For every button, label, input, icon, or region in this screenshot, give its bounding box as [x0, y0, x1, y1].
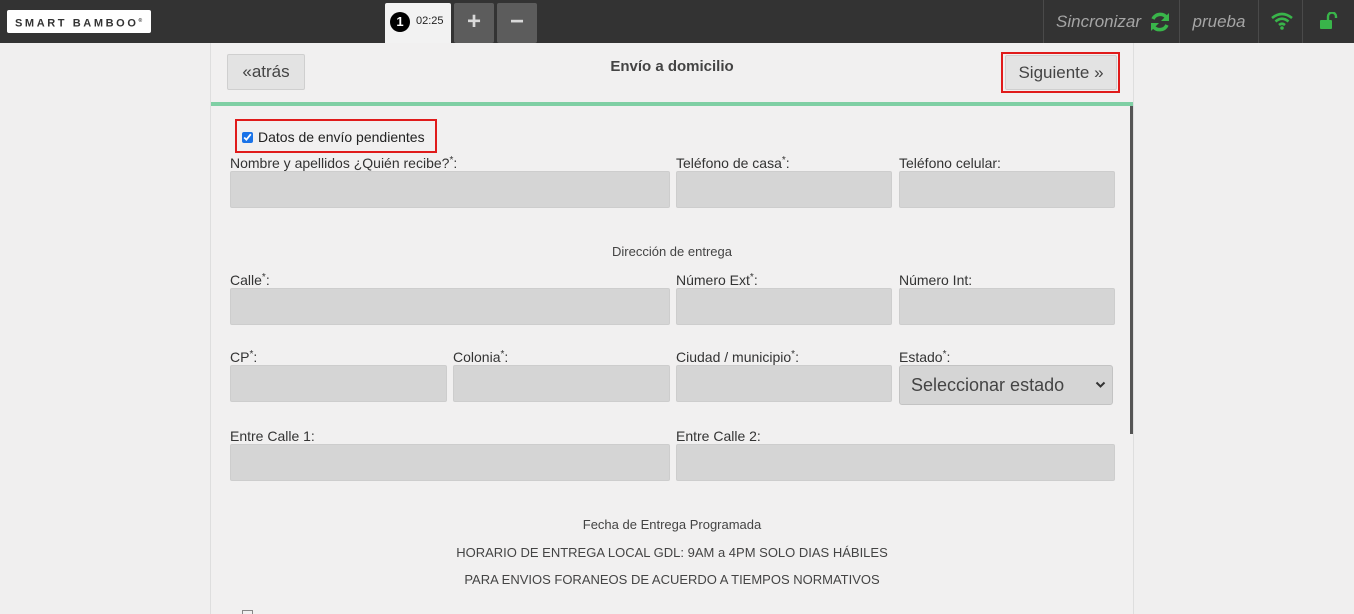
panel-header: «atrás Envío a domicilio Siguiente »: [211, 43, 1133, 102]
sync-button[interactable]: Sincronizar: [1043, 0, 1179, 43]
label-calle: Calle*:: [230, 272, 270, 288]
wifi-status: [1258, 0, 1302, 43]
colonia-input[interactable]: [453, 365, 670, 402]
label-colonia: Colonia*:: [453, 349, 509, 365]
entre-calle-1-input[interactable]: [230, 444, 670, 481]
partial-checkbox[interactable]: [242, 610, 253, 614]
chevron-down-icon: [1095, 381, 1106, 388]
sync-icon: [1151, 12, 1169, 32]
wifi-icon: [1271, 12, 1293, 30]
shipping-panel: «atrás Envío a domicilio Siguiente » Dat…: [210, 43, 1134, 614]
estado-select[interactable]: Seleccionar estado: [899, 365, 1113, 405]
nombre-input[interactable]: [230, 171, 670, 208]
top-bar: SMART BAMBOO® 1 02:25 + − Sincronizar pr…: [0, 0, 1354, 43]
label-entre2: Entre Calle 2:: [676, 428, 761, 444]
label-entre1: Entre Calle 1:: [230, 428, 315, 444]
label-tel-casa: Teléfono de casa*:: [676, 155, 790, 171]
entre-calle-2-input[interactable]: [676, 444, 1115, 481]
label-nombre: Nombre y apellidos ¿Quién recibe?*:: [230, 155, 458, 171]
user-name[interactable]: prueba: [1179, 0, 1258, 43]
calle-input[interactable]: [230, 288, 670, 325]
label-ciudad: Ciudad / municipio*:: [676, 349, 799, 365]
tel-cel-input[interactable]: [899, 171, 1115, 208]
ticket-tab[interactable]: 1 02:25: [385, 3, 451, 43]
ciudad-input[interactable]: [676, 365, 892, 402]
ticket-number-badge: 1: [390, 12, 410, 32]
unlock-icon: [1320, 12, 1338, 29]
sync-label: Sincronizar: [1056, 12, 1142, 31]
horario-text-1: HORARIO DE ENTREGA LOCAL GDL: 9AM a 4PM …: [456, 545, 888, 560]
label-estado: Estado*:: [899, 349, 951, 365]
logo: SMART BAMBOO®: [7, 10, 151, 33]
label-num-ext: Número Ext*:: [676, 272, 758, 288]
next-button-highlight: [1001, 52, 1120, 93]
add-ticket-button[interactable]: +: [454, 3, 494, 43]
section-direccion: Dirección de entrega: [612, 244, 732, 259]
section-fecha: Fecha de Entrega Programada: [582, 517, 762, 532]
checkbox-highlight: [235, 119, 437, 153]
remove-ticket-button[interactable]: −: [497, 3, 537, 43]
divider: [211, 102, 1133, 106]
ticket-time: 02:25: [416, 15, 444, 27]
lock-button[interactable]: [1302, 0, 1354, 43]
num-ext-input[interactable]: [676, 288, 892, 325]
num-int-input[interactable]: [899, 288, 1115, 325]
tel-casa-input[interactable]: [676, 171, 892, 208]
horario-text-2: PARA ENVIOS FORANEOS DE ACUERDO A TIEMPO…: [464, 572, 880, 587]
scrollbar[interactable]: [1130, 106, 1133, 434]
label-tel-cel: Teléfono celular:: [899, 155, 1001, 171]
label-cp: CP*:: [230, 349, 258, 365]
cp-input[interactable]: [230, 365, 447, 402]
page-title: Envío a domicilio: [610, 58, 734, 75]
label-num-int: Número Int:: [899, 272, 973, 288]
